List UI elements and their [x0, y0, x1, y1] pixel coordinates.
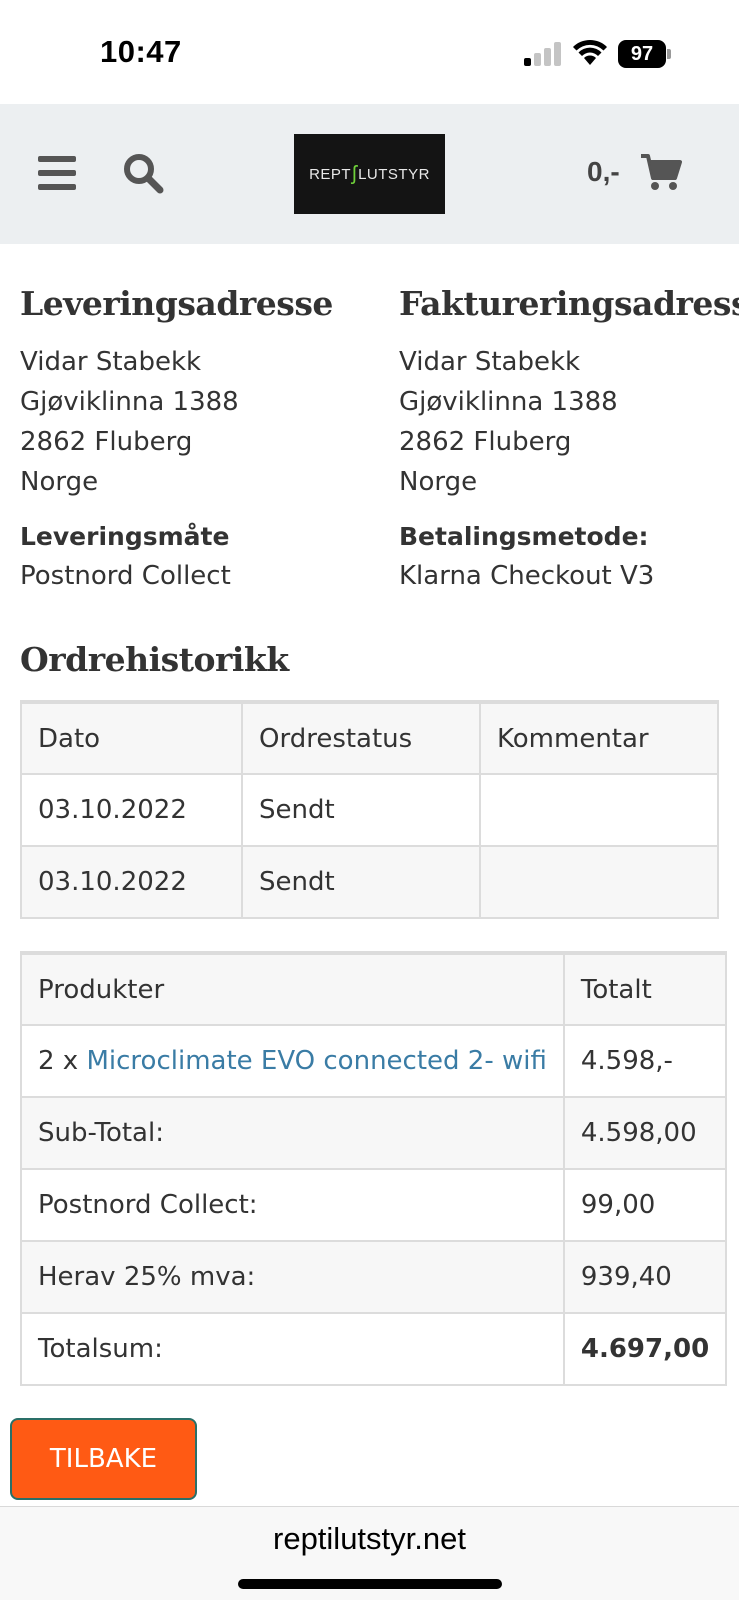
billing-address-line: Gjøviklinna 1388 — [399, 387, 618, 417]
delivery-address-line: Vidar Stabekk — [20, 347, 202, 377]
table-row: 03.10.2022 Sendt — [20, 773, 719, 847]
product-total: 4.598,- — [562, 1024, 728, 1098]
delivery-address-line: 2862 Fluberg — [20, 427, 193, 457]
summary-row: Postnord Collect: 99,00 — [20, 1168, 728, 1242]
column-header-date: Dato — [20, 701, 243, 775]
product-cell: 2 x Microclimate EVO connected 2- wifi — [20, 1024, 565, 1098]
history-comment-cell — [479, 773, 719, 847]
payment-method-value: Klarna Checkout V3 — [399, 561, 655, 591]
status-bar: 10:47 97 — [0, 0, 739, 104]
subtotal-value: 4.598,00 — [562, 1096, 728, 1170]
history-date-cell: 03.10.2022 — [20, 773, 243, 847]
product-row: 2 x Microclimate EVO connected 2- wifi 4… — [20, 1024, 728, 1098]
order-products-table: Produkter Totalt 2 x Microclimate EVO co… — [20, 951, 728, 1386]
summary-row: Totalsum: 4.697,00 — [20, 1312, 728, 1386]
status-time: 10:47 — [100, 34, 182, 69]
order-history-title: Ordrehistorikk — [20, 640, 289, 679]
battery-icon: 97 — [618, 40, 671, 68]
wifi-icon — [573, 39, 607, 65]
table-header-row: Produkter Totalt — [20, 952, 728, 1026]
site-logo[interactable]: REPT ʃ LUTSTYR — [294, 134, 445, 214]
billing-address-line: Vidar Stabekk — [399, 347, 581, 377]
column-header-products: Produkter — [20, 952, 565, 1026]
table-header-row: Dato Ordrestatus Kommentar — [20, 701, 719, 775]
battery-level: 97 — [618, 40, 666, 68]
hamburger-menu-icon[interactable] — [38, 156, 76, 190]
vat-value: 939,40 — [562, 1240, 728, 1314]
gecko-icon: ʃ — [352, 162, 358, 185]
shipping-label: Postnord Collect: — [20, 1168, 565, 1242]
home-indicator[interactable] — [238, 1579, 502, 1589]
billing-address-section: Faktureringsadresse Vidar Stabekk Gjøvik… — [399, 284, 739, 596]
cart-total[interactable]: 0,- — [587, 156, 620, 188]
column-header-total: Totalt — [562, 952, 728, 1026]
payment-method-label: Betalingsmetode: — [399, 522, 649, 551]
history-status-cell: Sendt — [241, 845, 481, 919]
logo-text-right: LUTSTYR — [358, 165, 430, 183]
delivery-address-section: Leveringsadresse Vidar Stabekk Gjøviklin… — [20, 284, 380, 596]
browser-address-bar: reptilutstyr.net — [0, 1506, 739, 1600]
billing-address-title: Faktureringsadresse — [399, 284, 739, 323]
site-header: REPT ʃ LUTSTYR 0,- — [0, 104, 739, 244]
billing-address-line: 2862 Fluberg — [399, 427, 572, 457]
cellular-signal-icon — [524, 42, 562, 66]
delivery-method-value: Postnord Collect — [20, 561, 231, 591]
table-row: 03.10.2022 Sendt — [20, 845, 719, 919]
delivery-method-label: Leveringsmåte — [20, 522, 230, 551]
delivery-address-line: Norge — [20, 467, 99, 497]
url-text[interactable]: reptilutstyr.net — [0, 1521, 739, 1557]
logo-text-left: REPT — [309, 165, 352, 183]
column-header-status: Ordrestatus — [241, 701, 481, 775]
summary-row: Herav 25% mva: 939,40 — [20, 1240, 728, 1314]
billing-address-line: Norge — [399, 467, 478, 497]
product-quantity: 2 x — [38, 1046, 79, 1076]
column-header-comment: Kommentar — [479, 701, 719, 775]
grand-total-label: Totalsum: — [20, 1312, 565, 1386]
summary-row: Sub-Total: 4.598,00 — [20, 1096, 728, 1170]
product-link[interactable]: Microclimate EVO connected 2- wifi — [86, 1046, 546, 1076]
shopping-cart-icon[interactable] — [640, 152, 682, 192]
shipping-value: 99,00 — [562, 1168, 728, 1242]
history-date-cell: 03.10.2022 — [20, 845, 243, 919]
vat-label: Herav 25% mva: — [20, 1240, 565, 1314]
history-status-cell: Sendt — [241, 773, 481, 847]
back-button[interactable]: TILBAKE — [10, 1418, 197, 1500]
delivery-address-line: Gjøviklinna 1388 — [20, 387, 239, 417]
search-icon[interactable] — [122, 152, 164, 194]
history-comment-cell — [479, 845, 719, 919]
delivery-address-title: Leveringsadresse — [20, 284, 333, 323]
grand-total-value: 4.697,00 — [562, 1312, 728, 1386]
subtotal-label: Sub-Total: — [20, 1096, 565, 1170]
order-history-table: Dato Ordrestatus Kommentar 03.10.2022 Se… — [20, 700, 719, 919]
